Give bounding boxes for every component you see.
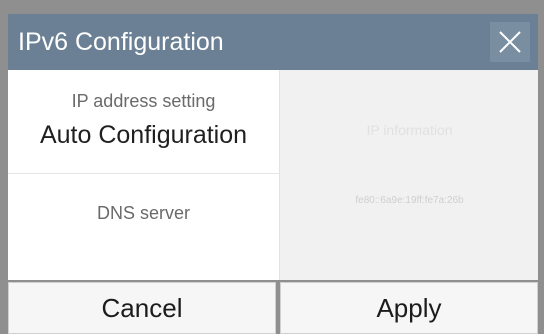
dialog-titlebar: IPv6 Configuration: [8, 14, 538, 70]
dns-server-setting[interactable]: DNS server: [8, 174, 279, 280]
cancel-button[interactable]: Cancel: [8, 282, 276, 334]
ip-address-setting-label: IP address setting: [71, 91, 216, 111]
settings-column: IP address setting Auto Configuration DN…: [8, 70, 279, 280]
dialog-title: IPv6 Configuration: [18, 28, 224, 56]
ipv6-address-value: fe80::6a9e:19ff:fe7a:26b: [355, 195, 464, 206]
dns-server-label: DNS server: [96, 203, 190, 223]
close-icon: [499, 31, 521, 53]
ipv6-configuration-dialog: IPv6 Configuration IP address setting Au…: [0, 0, 544, 334]
ip-address-setting[interactable]: IP address setting Auto Configuration: [8, 70, 279, 174]
apply-button[interactable]: Apply: [280, 282, 538, 334]
ip-information-heading: IP information: [366, 122, 453, 138]
dialog-content: IP address setting Auto Configuration DN…: [8, 70, 538, 280]
close-button[interactable]: [490, 22, 530, 62]
ip-information-panel: IP information fe80::6a9e:19ff:fe7a:26b: [279, 70, 538, 280]
dialog-buttons: Cancel Apply: [8, 282, 538, 334]
ip-address-setting-value: Auto Configuration: [39, 121, 248, 149]
